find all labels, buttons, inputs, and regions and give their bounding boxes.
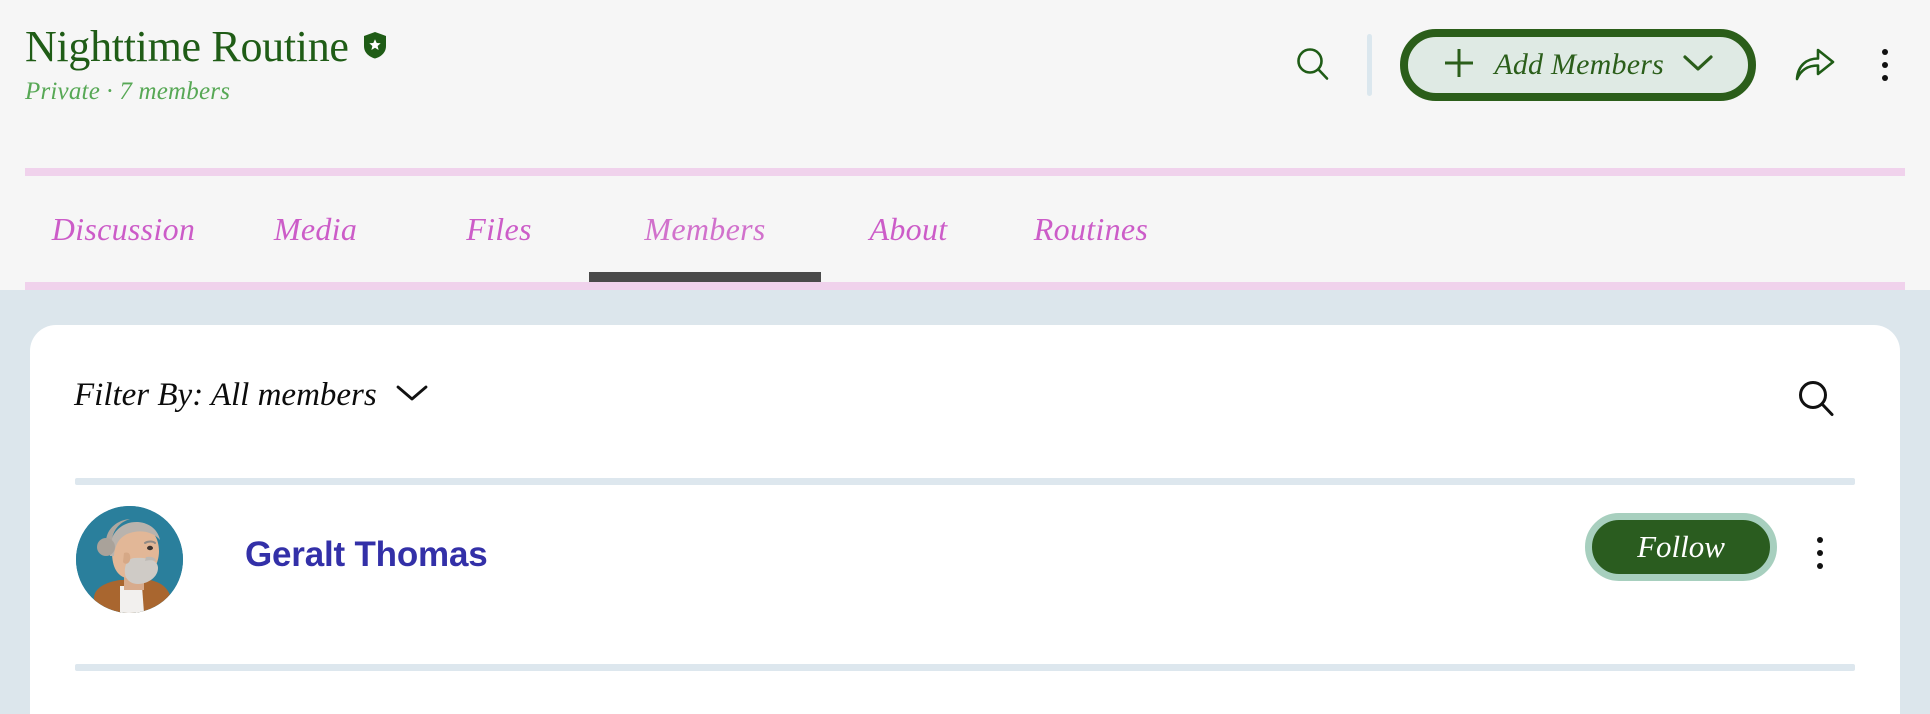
follow-button[interactable]: Follow — [1585, 513, 1777, 581]
chevron-down-icon — [395, 382, 429, 409]
tab-list: Discussion Media Files Members About Rou… — [25, 176, 1186, 282]
group-title-row: Nighttime Routine — [25, 22, 388, 71]
tab-files[interactable]: Files — [409, 176, 589, 282]
tabbar-bottom-rule — [25, 282, 1905, 290]
page-title: Nighttime Routine — [25, 22, 349, 71]
tab-label: Members — [644, 210, 766, 247]
tab-label: Discussion — [51, 210, 196, 247]
tab-label: Media — [273, 210, 358, 247]
group-header: Nighttime Routine Private · 7 members Ad… — [0, 0, 1930, 168]
share-arrow-icon[interactable] — [1784, 34, 1846, 96]
tab-routines[interactable]: Routines — [996, 176, 1186, 282]
group-privacy-and-count: Private · 7 members — [25, 78, 231, 106]
filter-by-label: Filter By: All members — [74, 377, 377, 413]
tab-about[interactable]: About — [821, 176, 996, 282]
plus-icon — [1442, 46, 1476, 85]
chevron-down-icon — [1682, 53, 1714, 78]
add-members-label: Add Members — [1494, 48, 1664, 81]
member-more-options-icon[interactable] — [1800, 527, 1840, 579]
members-search-icon[interactable] — [1790, 373, 1844, 427]
tab-discussion[interactable]: Discussion — [25, 176, 222, 282]
tab-label: Routines — [1033, 210, 1149, 247]
tab-bar: Discussion Media Files Members About Rou… — [0, 168, 1930, 290]
tabbar-top-rule — [25, 168, 1905, 176]
avatar[interactable] — [76, 506, 183, 613]
tab-members[interactable]: Members — [589, 176, 821, 282]
content-area: Filter By: All members Geralt Thomas Fol… — [0, 290, 1930, 714]
kebab-menu-icon — [1817, 537, 1823, 569]
header-divider — [1367, 34, 1373, 96]
tab-label: About — [869, 210, 948, 247]
members-card: Filter By: All members Geralt Thomas Fol… — [30, 325, 1900, 714]
kebab-menu-icon — [1882, 49, 1888, 81]
add-members-button[interactable]: Add Members — [1400, 29, 1756, 101]
header-more-options-icon[interactable] — [1864, 34, 1906, 96]
search-icon[interactable] — [1285, 37, 1341, 93]
header-actions: Add Members — [1285, 29, 1906, 101]
group-identity: Nighttime Routine Private · 7 members — [25, 22, 388, 106]
filter-by-dropdown[interactable]: Filter By: All members — [74, 377, 429, 414]
members-toolbar: Filter By: All members — [30, 325, 1900, 485]
tab-label: Files — [466, 210, 532, 247]
list-divider — [75, 664, 1855, 671]
shield-star-icon — [362, 31, 388, 64]
follow-button-label: Follow — [1637, 529, 1725, 564]
tab-media[interactable]: Media — [222, 176, 409, 282]
list-divider — [75, 478, 1855, 485]
table-row: Geralt Thomas Follow — [30, 485, 1900, 664]
member-name[interactable]: Geralt Thomas — [245, 535, 488, 575]
